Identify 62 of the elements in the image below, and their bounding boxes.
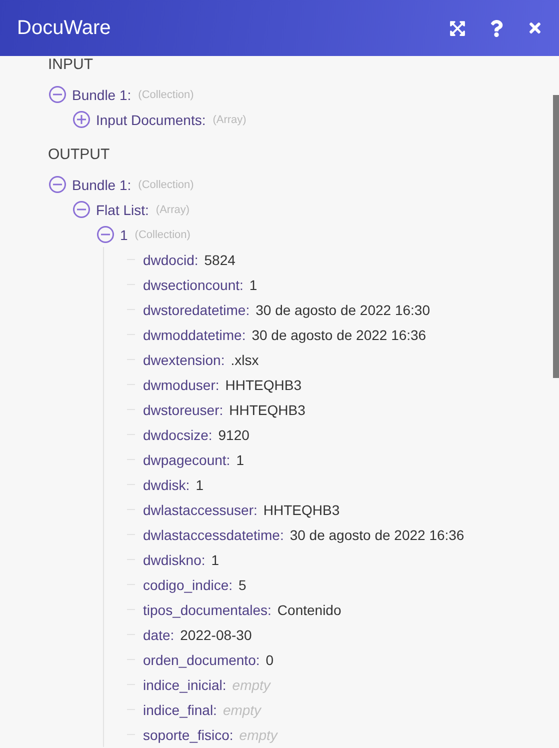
field-label: orden_documento:: [143, 652, 260, 668]
field-label: indice_inicial:: [143, 676, 226, 692]
field-label: tipos_documentales:: [143, 602, 272, 618]
field-label: dwlastaccessuser:: [143, 502, 258, 518]
field-label: dwmoduser:: [143, 376, 220, 392]
node-label: 1: [120, 226, 128, 242]
field-value: 30 de agosto de 2022 16:30: [256, 302, 430, 318]
field-value: 1: [249, 276, 258, 292]
minus-circle-icon[interactable]: [49, 86, 66, 103]
field-label: dwstoreuser:: [143, 402, 224, 418]
field-label: dwmoddatetime:: [143, 326, 246, 342]
node-type: (Array): [212, 114, 246, 126]
field-label: dwdocid:: [143, 252, 198, 268]
node-type: (Collection): [138, 88, 194, 100]
field-value: 9120: [218, 426, 250, 442]
help-icon[interactable]: [488, 20, 505, 36]
close-icon[interactable]: [527, 20, 543, 36]
node-type: (Collection): [138, 178, 194, 190]
empty-value: empty: [232, 676, 270, 692]
field-value: HHTEQHB3: [229, 402, 306, 418]
empty-value: empty: [239, 726, 278, 742]
section-title: OUTPUT: [48, 146, 111, 164]
node-label: Flat List:: [96, 202, 149, 218]
field-label: soporte_fisico:: [143, 726, 234, 742]
minus-circle-icon[interactable]: [97, 226, 114, 243]
field-value: 0: [266, 652, 274, 668]
section-title: INPUT: [48, 56, 94, 74]
field-value: HHTEQHB3: [225, 376, 302, 392]
field-label: dwextension:: [143, 352, 225, 368]
window-title: DocuWare: [17, 16, 111, 40]
field-value: 30 de agosto de 2022 16:36: [290, 526, 464, 542]
minus-circle-icon[interactable]: [73, 201, 90, 218]
field-label: dwpagecount:: [143, 452, 230, 468]
plus-circle-icon[interactable]: [73, 111, 90, 128]
field-value: 1: [196, 476, 204, 492]
field-value: 1: [211, 552, 220, 568]
empty-value: empty: [222, 702, 262, 718]
field-label: dwlastaccessdatetime:: [143, 526, 284, 542]
field-label: codigo_indice:: [143, 576, 233, 592]
node-type: (Array): [156, 204, 190, 216]
scrollbar[interactable]: [553, 95, 559, 378]
field-label: dwdocsize:: [143, 426, 212, 442]
node-label: Bundle 1:: [72, 86, 132, 102]
minus-circle-icon[interactable]: [49, 176, 66, 193]
field-label: dwsectioncount:: [143, 276, 244, 292]
field-value: 5824: [204, 252, 236, 268]
expand-icon[interactable]: [449, 20, 466, 36]
field-value: 2022-08-30: [180, 626, 252, 642]
field-label: dwstoredatetime:: [143, 302, 250, 318]
field-value: Contenido: [277, 602, 342, 618]
field-value: HHTEQHB3: [263, 502, 340, 518]
field-value: 1: [236, 452, 244, 468]
field-value: 5: [238, 576, 246, 592]
field-label: dwdiskno:: [143, 552, 206, 568]
node-type: (Collection): [134, 228, 190, 240]
field-label: indice_final:: [143, 702, 217, 718]
node-label: Input Documents:: [96, 112, 206, 128]
field-value: 30 de agosto de 2022 16:36: [252, 326, 426, 342]
field-label: dwdisk:: [143, 476, 190, 492]
field-value: .xlsx: [230, 352, 259, 368]
node-label: Bundle 1:: [72, 176, 132, 192]
field-label: date:: [143, 626, 174, 642]
